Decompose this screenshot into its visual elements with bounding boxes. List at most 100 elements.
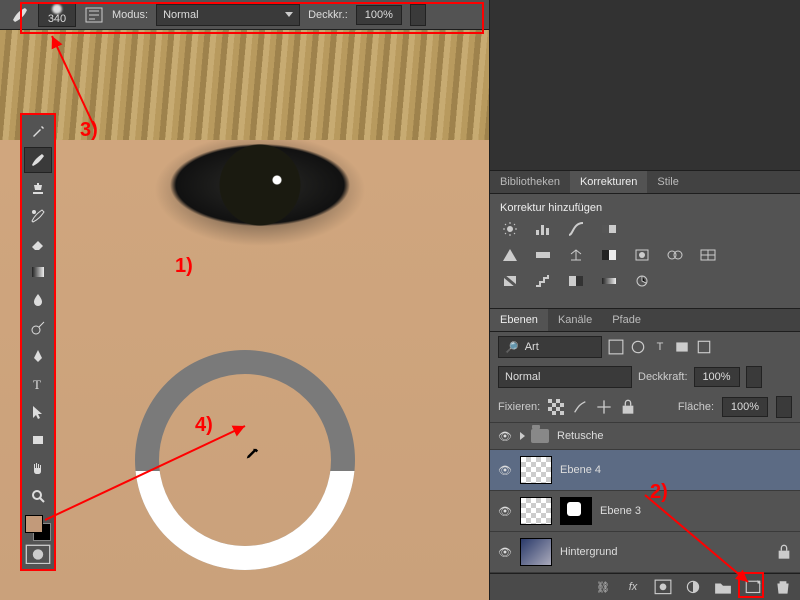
filter-pixel-icon[interactable]: [608, 339, 624, 355]
visibility-toggle-icon[interactable]: 👁: [498, 464, 512, 477]
foreground-color-swatch[interactable]: [25, 515, 43, 533]
visibility-toggle-icon[interactable]: 👁: [498, 505, 512, 518]
color-swatches[interactable]: [25, 515, 51, 541]
adj-threshold-icon[interactable]: [566, 272, 586, 290]
add-mask-icon[interactable]: [654, 578, 672, 596]
delete-layer-icon[interactable]: [774, 578, 792, 596]
lock-transparent-icon[interactable]: [548, 399, 564, 415]
adj-photofilter-icon[interactable]: [632, 246, 652, 264]
adj-levels-icon[interactable]: [533, 220, 553, 238]
opacity-label: Deckkr.:: [308, 9, 348, 21]
layer-filter-kind[interactable]: 🔎 Art: [498, 336, 602, 358]
tool-dodge[interactable]: [24, 315, 52, 341]
opacity-dropdown-button[interactable]: [410, 4, 426, 26]
tool-history-brush[interactable]: [24, 203, 52, 229]
adj-hue-icon[interactable]: [533, 246, 553, 264]
visibility-toggle-icon[interactable]: 👁: [498, 430, 512, 443]
fill-dropdown[interactable]: [776, 396, 792, 418]
layer-row-group[interactable]: 👁 Retusche: [490, 423, 800, 450]
new-group-icon[interactable]: [714, 578, 732, 596]
tool-brush[interactable]: [24, 147, 52, 173]
adj-selectivecolor-icon[interactable]: [632, 272, 652, 290]
layer-row[interactable]: 👁 Hintergrund: [490, 532, 800, 573]
visibility-toggle-icon[interactable]: 👁: [498, 546, 512, 559]
svg-text:T: T: [33, 377, 41, 392]
filter-type-icon[interactable]: T: [652, 339, 668, 355]
quick-mask-toggle[interactable]: [25, 543, 51, 565]
layer-blend-mode[interactable]: Normal: [498, 366, 632, 388]
new-layer-icon[interactable]: [744, 578, 762, 596]
layer-row[interactable]: 👁 Ebene 3: [490, 491, 800, 532]
document-canvas[interactable]: [0, 30, 490, 600]
adj-curves-icon[interactable]: [566, 220, 586, 238]
layer-thumbnail[interactable]: [520, 538, 552, 566]
layer-thumbnail[interactable]: [520, 497, 552, 525]
tool-healing-brush[interactable]: [24, 119, 52, 145]
adj-colorlookup-icon[interactable]: [698, 246, 718, 264]
lock-position-icon[interactable]: [596, 399, 612, 415]
tool-preset-icon[interactable]: [10, 5, 30, 25]
blend-mode-value: Normal: [163, 9, 198, 21]
layer-name[interactable]: Ebene 4: [560, 464, 601, 476]
tool-eraser[interactable]: [24, 231, 52, 257]
tab-styles[interactable]: Stile: [647, 171, 688, 193]
filter-adjust-icon[interactable]: [630, 339, 646, 355]
tool-path-selection[interactable]: [24, 399, 52, 425]
adj-invert-icon[interactable]: [500, 272, 520, 290]
tool-hand[interactable]: [24, 455, 52, 481]
adj-exposure-icon[interactable]: [599, 220, 619, 238]
mode-label: Modus:: [112, 9, 148, 21]
tool-zoom[interactable]: [24, 483, 52, 509]
adj-posterize-icon[interactable]: [533, 272, 553, 290]
tab-paths[interactable]: Pfade: [602, 309, 651, 331]
lock-all-icon[interactable]: [620, 399, 636, 415]
layers-footer: ⛓ fx: [490, 573, 800, 600]
tool-rectangle[interactable]: [24, 427, 52, 453]
adj-brightness-icon[interactable]: [500, 220, 520, 238]
layer-opacity-input[interactable]: 100%: [694, 367, 740, 387]
tab-libraries[interactable]: Bibliotheken: [490, 171, 570, 193]
adj-vibrance-icon[interactable]: [500, 246, 520, 264]
fill-input[interactable]: 100%: [722, 397, 768, 417]
tool-pen[interactable]: [24, 343, 52, 369]
collapsed-panel-area: [490, 0, 800, 171]
layer-opacity-dropdown[interactable]: [746, 366, 762, 388]
tab-layers[interactable]: Ebenen: [490, 309, 548, 331]
tools-panel: T: [20, 113, 56, 571]
adj-gradientmap-icon[interactable]: [599, 272, 619, 290]
tool-clone-stamp[interactable]: [24, 175, 52, 201]
layer-row-active[interactable]: 👁 Ebene 4: [490, 450, 800, 491]
layer-mask-thumbnail[interactable]: [560, 497, 592, 525]
tool-type[interactable]: T: [24, 371, 52, 397]
adj-colorbalance-icon[interactable]: [566, 246, 586, 264]
photo-hair: [0, 30, 490, 140]
fill-label: Fläche:: [678, 401, 714, 413]
blend-mode-select[interactable]: Normal: [156, 4, 300, 26]
link-layers-icon[interactable]: ⛓: [594, 578, 612, 596]
tab-channels[interactable]: Kanäle: [548, 309, 602, 331]
layer-name[interactable]: Hintergrund: [560, 546, 617, 558]
brush-tip-preview-icon: [52, 4, 62, 14]
brush-preset-picker[interactable]: 340: [38, 3, 76, 27]
tool-gradient[interactable]: [24, 259, 52, 285]
lock-pixels-icon[interactable]: [572, 399, 588, 415]
layer-name[interactable]: Retusche: [557, 430, 603, 442]
adj-bw-icon[interactable]: [599, 246, 619, 264]
tab-adjustments[interactable]: Korrekturen: [570, 171, 647, 193]
search-icon: 🔎: [505, 341, 519, 354]
layer-name[interactable]: Ebene 3: [600, 505, 641, 517]
layer-fx-icon[interactable]: fx: [624, 578, 642, 596]
brush-size-value: 340: [48, 14, 66, 25]
layer-opacity-label: Deckkraft:: [638, 371, 688, 383]
filter-shape-icon[interactable]: [674, 339, 690, 355]
opacity-input[interactable]: 100%: [356, 5, 402, 25]
new-adjustment-layer-icon[interactable]: [684, 578, 702, 596]
layer-thumbnail[interactable]: [520, 456, 552, 484]
adj-channelmixer-icon[interactable]: [665, 246, 685, 264]
tool-blur[interactable]: [24, 287, 52, 313]
layer-list: 👁 Retusche 👁 Ebene 4 👁 Ebene 3: [490, 423, 800, 573]
brush-panel-toggle-icon[interactable]: [84, 5, 104, 25]
filter-smart-icon[interactable]: [696, 339, 712, 355]
chevron-down-icon: [285, 12, 293, 17]
disclosure-triangle-icon[interactable]: [520, 432, 525, 440]
